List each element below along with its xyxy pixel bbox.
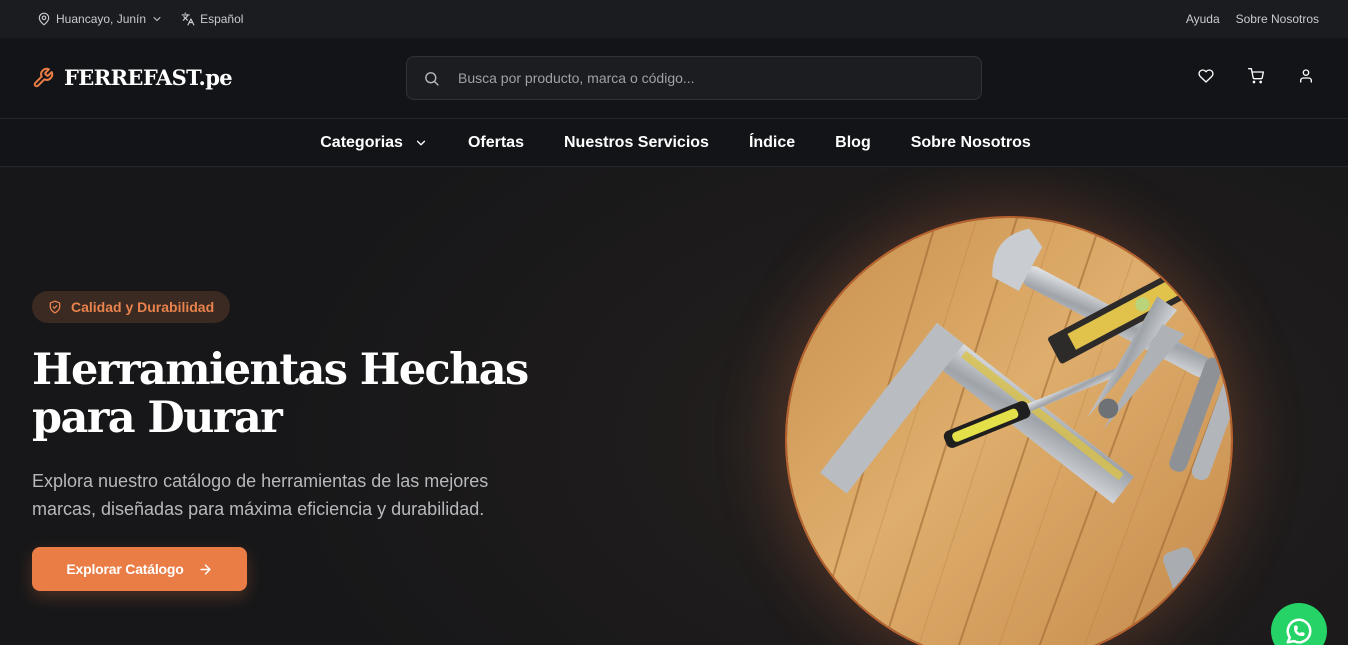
main-nav: Categorias Ofertas Nuestros Servicios Ín… — [0, 119, 1348, 167]
whatsapp-icon — [1284, 616, 1314, 645]
top-bar-right: Ayuda Sobre Nosotros — [1186, 12, 1319, 26]
nav-ofertas[interactable]: Ofertas — [468, 134, 524, 152]
about-link[interactable]: Sobre Nosotros — [1236, 12, 1319, 26]
language-label: Español — [200, 12, 244, 26]
top-bar: Huancayo, Junín Español Ayuda Sobre Noso… — [0, 0, 1348, 38]
logo[interactable]: FERREFAST.pe — [32, 65, 233, 90]
cart-icon[interactable] — [1248, 68, 1264, 84]
translate-icon — [181, 12, 195, 26]
nav-label: Categorias — [320, 133, 403, 151]
hero-title: Herramientas Hechas para Durar — [32, 345, 529, 443]
nav-blog[interactable]: Blog — [835, 134, 871, 152]
cta-label: Explorar Catálogo — [66, 561, 184, 577]
nav-categorias[interactable]: Categorias — [320, 134, 428, 152]
heart-icon[interactable] — [1198, 68, 1214, 84]
chevron-down-icon — [151, 13, 163, 25]
badge-label: Calidad y Durabilidad — [71, 299, 215, 315]
arrow-right-icon — [198, 562, 213, 577]
map-pin-icon — [37, 12, 51, 26]
shield-check-icon — [48, 300, 62, 314]
nav-nuestros-servicios[interactable]: Nuestros Servicios — [564, 134, 709, 152]
location-selector[interactable]: Huancayo, Junín — [37, 12, 163, 26]
user-icon[interactable] — [1298, 68, 1314, 84]
language-selector[interactable]: Español — [181, 12, 243, 26]
location-label: Huancayo, Junín — [56, 12, 147, 26]
main-header: FERREFAST.pe — [0, 38, 1348, 119]
logo-text: FERREFAST.pe — [64, 65, 233, 90]
wrench-icon — [32, 67, 54, 89]
header-actions — [1198, 68, 1314, 84]
hero-subtitle: Explora nuestro catálogo de herramientas… — [32, 471, 489, 519]
hero-tools-image — [785, 216, 1233, 645]
explore-catalog-button[interactable]: Explorar Catálogo — [32, 547, 247, 591]
nav-indice[interactable]: Índice — [749, 134, 795, 152]
search-bar — [406, 56, 982, 100]
top-bar-left: Huancayo, Junín Español — [37, 12, 243, 26]
help-link[interactable]: Ayuda — [1186, 12, 1220, 26]
search-icon — [423, 70, 440, 87]
nav-sobre-nosotros[interactable]: Sobre Nosotros — [911, 134, 1031, 152]
chevron-down-icon — [414, 136, 428, 150]
quality-badge: Calidad y Durabilidad — [32, 291, 231, 323]
search-input[interactable] — [458, 70, 938, 86]
hero-section: Calidad y Durabilidad Herramientas Hecha… — [0, 168, 1348, 645]
